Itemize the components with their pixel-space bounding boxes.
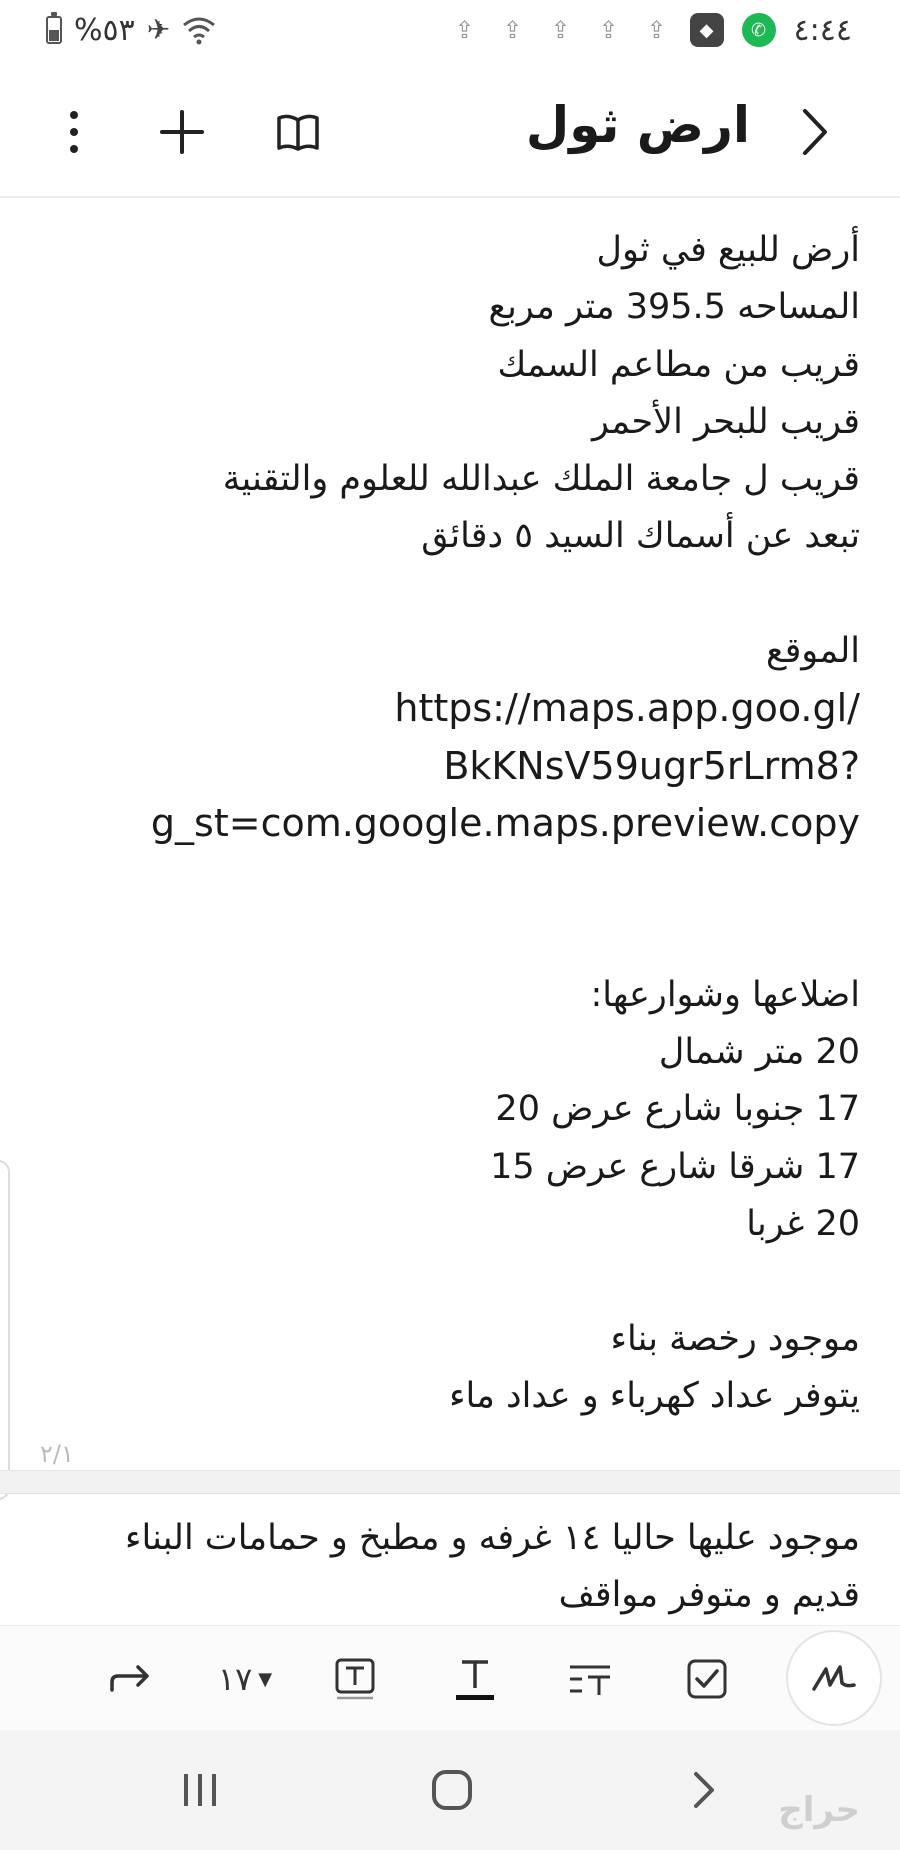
upload-icon: ⇪ bbox=[502, 16, 523, 44]
note-line: قريب للبحر الأحمر bbox=[592, 401, 860, 442]
note-line: قريب من مطاعم السمك bbox=[497, 344, 860, 385]
map-link[interactable]: BkKNsV59ugr5rLrm8? bbox=[60, 738, 860, 795]
status-right: ⇪ ⇪ ⇪ ⇪ ⇪ ◆ ✆ ٤:٤٤ bbox=[450, 10, 852, 50]
note-line bbox=[60, 1253, 860, 1310]
page-indicator: ٢/١ bbox=[40, 1440, 74, 1468]
text-format-icon bbox=[570, 1665, 610, 1695]
plus-icon bbox=[160, 110, 204, 154]
recents-icon bbox=[184, 1774, 216, 1806]
note-line: 17 جنوبا شارع عرض 20 bbox=[495, 1089, 860, 1130]
checklist-button[interactable] bbox=[672, 1644, 742, 1714]
note-line: تبعد عن أسماك السيد ٥ دقائق bbox=[421, 516, 860, 557]
watermark: حراج bbox=[778, 1790, 860, 1830]
note-line bbox=[60, 566, 860, 623]
checkbox-icon bbox=[687, 1659, 727, 1699]
recent-apps-button[interactable] bbox=[160, 1750, 240, 1830]
text-color-icon bbox=[456, 1660, 494, 1700]
text-color-button[interactable] bbox=[440, 1644, 510, 1714]
note-line: المساحه 395.5 متر مربع bbox=[488, 287, 860, 328]
text-box-icon bbox=[335, 1658, 375, 1700]
font-size-value: ١٧ bbox=[217, 1660, 253, 1698]
note-line: قديم و متوفر مواقف bbox=[558, 1575, 860, 1616]
note-line: يتوفر عداد كهرباء و عداد ماء bbox=[449, 1375, 860, 1416]
note-line bbox=[60, 910, 860, 967]
page-title: ارض ثول bbox=[525, 96, 750, 154]
note-line: 17 شرقا شارع عرض 15 bbox=[490, 1146, 860, 1187]
battery-level: %٥٣ bbox=[74, 12, 135, 48]
redo-button[interactable] bbox=[95, 1644, 165, 1714]
handwriting-button[interactable] bbox=[786, 1630, 882, 1726]
book-icon bbox=[277, 114, 319, 151]
upload-icon: ⇪ bbox=[550, 16, 571, 44]
map-link[interactable]: g_st=com.google.maps.preview.copy bbox=[60, 795, 860, 852]
clock: ٤:٤٤ bbox=[793, 12, 852, 48]
whatsapp-icon: ✆ bbox=[741, 13, 776, 47]
reading-mode-button[interactable] bbox=[262, 92, 334, 172]
note-line: 20 متر شمال bbox=[658, 1032, 860, 1073]
note-line: الموقع bbox=[765, 631, 860, 672]
note-line: أرض للبيع في ثول bbox=[596, 230, 860, 270]
upload-icon: ⇪ bbox=[454, 16, 475, 44]
caret-down-icon: ▼ bbox=[258, 1668, 273, 1690]
note-line: اضلاعها وشوارعها: bbox=[590, 974, 860, 1015]
side-panel-handle[interactable] bbox=[0, 1160, 10, 1500]
chevron-right-icon bbox=[803, 109, 827, 155]
note-line: قريب ل جامعة الملك عبدالله للعلوم والتقن… bbox=[222, 459, 860, 500]
upload-icon: ⇪ bbox=[598, 16, 619, 44]
note-line: 20 غربا bbox=[746, 1204, 860, 1245]
airplane-icon: ✈ bbox=[146, 13, 171, 46]
note-header: ارض ثول bbox=[0, 70, 900, 198]
app-notification-icon: ◆ bbox=[689, 13, 724, 47]
home-icon bbox=[432, 1770, 472, 1810]
pen-icon bbox=[812, 1665, 856, 1691]
text-style-button[interactable] bbox=[320, 1644, 390, 1714]
redo-icon bbox=[110, 1665, 149, 1692]
font-size-dropdown[interactable]: ١٧ ▼ bbox=[205, 1644, 285, 1714]
status-bar: %٥٣ ✈ ⇪ ⇪ ⇪ ⇪ ⇪ ◆ ✆ ٤:٤٤ bbox=[0, 0, 900, 60]
back-nav-button[interactable] bbox=[664, 1750, 744, 1830]
more-options-button[interactable] bbox=[54, 92, 94, 172]
page-separator bbox=[0, 1470, 900, 1494]
home-button[interactable] bbox=[412, 1750, 492, 1830]
wifi-icon bbox=[183, 17, 216, 45]
note-line: موجود رخصة بناء bbox=[610, 1318, 860, 1359]
text-format-button[interactable] bbox=[555, 1644, 625, 1714]
chevron-right-icon bbox=[694, 1772, 714, 1808]
note-line: موجود عليها حاليا ١٤ غرفه و مطبخ و حماما… bbox=[125, 1518, 860, 1558]
more-vertical-icon bbox=[70, 111, 78, 153]
note-line bbox=[60, 852, 860, 909]
add-button[interactable] bbox=[146, 92, 218, 172]
battery-icon bbox=[46, 12, 62, 44]
status-left: %٥٣ ✈ bbox=[46, 12, 216, 48]
back-button[interactable] bbox=[784, 92, 844, 172]
format-toolbar: ١٧ ▼ bbox=[0, 1625, 900, 1731]
note-body[interactable]: أرض للبيع في ثول المساحه 395.5 متر مربع … bbox=[60, 222, 860, 1425]
note-page-2[interactable]: موجود عليها حاليا ١٤ غرفه و مطبخ و حماما… bbox=[40, 1510, 860, 1625]
system-nav-bar bbox=[0, 1730, 900, 1850]
map-link[interactable]: https://maps.app.goo.gl/ bbox=[60, 680, 860, 737]
upload-icon: ⇪ bbox=[646, 16, 667, 44]
